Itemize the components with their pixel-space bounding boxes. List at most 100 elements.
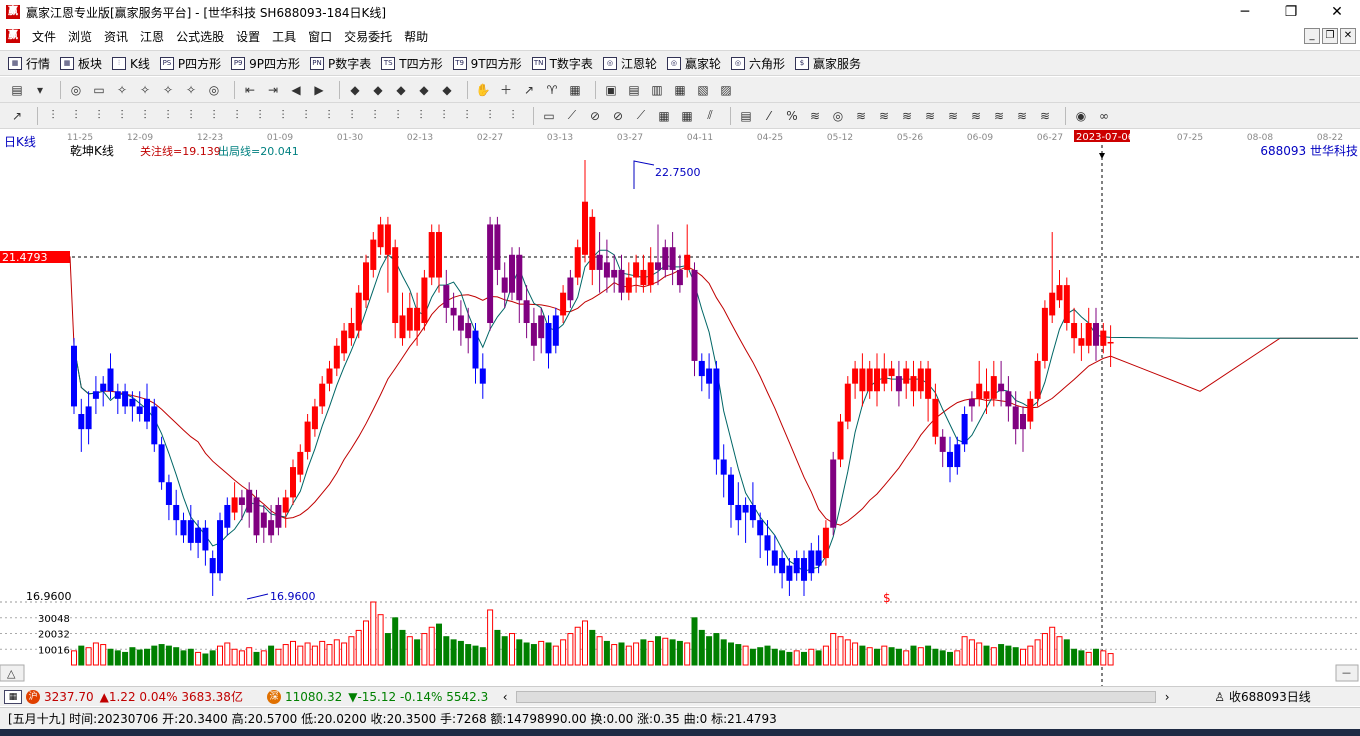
candle-body[interactable] — [742, 504, 749, 513]
tb3-tool-25-icon[interactable]: ▭ — [540, 107, 558, 125]
candle-body[interactable] — [231, 497, 238, 513]
candle-body[interactable] — [78, 413, 85, 430]
tb3-tool-28-icon[interactable]: ⊘ — [609, 107, 627, 125]
menu-logo-icon[interactable]: 赢 — [6, 29, 20, 43]
candle-body[interactable] — [698, 360, 705, 377]
tb2-tool-26-icon[interactable]: ♈ — [543, 81, 561, 99]
candle-body[interactable] — [165, 482, 172, 505]
candle-body[interactable] — [947, 451, 953, 468]
tb3-tool-42-icon[interactable]: ≋ — [921, 107, 939, 125]
candle-body[interactable] — [801, 558, 807, 581]
candle-body[interactable] — [311, 406, 318, 430]
tb3-tool-27-icon[interactable]: ⊘ — [586, 107, 604, 125]
tb2-tool-27-icon[interactable]: ▦ — [566, 81, 584, 99]
candle-body[interactable] — [85, 406, 92, 430]
tb3-tool-12-icon[interactable]: ⫶ — [251, 107, 269, 125]
tb3-tool-47-icon[interactable]: ≋ — [1036, 107, 1054, 125]
candle-body[interactable] — [348, 323, 355, 339]
candle-body[interactable] — [910, 376, 917, 392]
candle-body[interactable] — [589, 216, 596, 270]
toolbar-item-blocks[interactable]: ▦ 板块 — [60, 55, 102, 72]
sh-index-value[interactable]: 3237.70 — [44, 690, 94, 704]
candle-body[interactable] — [881, 368, 888, 384]
candle-body[interactable] — [107, 368, 114, 392]
candle-body[interactable] — [779, 558, 786, 574]
candle-body[interactable] — [1041, 307, 1048, 361]
tb2-tool-33-icon[interactable]: ▧ — [694, 81, 712, 99]
menu-file[interactable]: 文件 — [26, 28, 62, 45]
tb3-tool-18-icon[interactable]: ⫶ — [389, 107, 407, 125]
candle-body[interactable] — [917, 368, 924, 392]
candle-body[interactable] — [961, 413, 968, 445]
tb2-tool-14-icon[interactable]: ◀ — [287, 81, 305, 99]
candle-body[interactable] — [1056, 285, 1063, 301]
candle-body[interactable] — [625, 277, 632, 293]
tb3-tool-15-icon[interactable]: ⫶ — [320, 107, 338, 125]
candle-body[interactable] — [618, 269, 625, 293]
minimize-button[interactable]: ─ — [1222, 0, 1268, 24]
candle-body[interactable] — [523, 300, 530, 324]
toolbar-item-hexagon[interactable]: ◎ 六角形 — [730, 55, 785, 72]
tb2-tool-29-icon[interactable]: ▣ — [602, 81, 620, 99]
candle-body[interactable] — [1034, 360, 1041, 399]
close-button[interactable]: ✕ — [1314, 0, 1360, 24]
candle-body[interactable] — [647, 262, 654, 286]
candle-body[interactable] — [545, 323, 552, 354]
tb2-tool-25-icon[interactable]: ↗ — [520, 81, 538, 99]
candle-body[interactable] — [187, 520, 194, 543]
candle-body[interactable] — [238, 497, 245, 505]
candle-body[interactable] — [516, 254, 523, 301]
mdi-minimize-button[interactable]: _ — [1304, 28, 1320, 44]
candle-body[interactable] — [136, 406, 143, 414]
candle-body[interactable] — [457, 315, 464, 331]
candle-body[interactable] — [151, 406, 158, 445]
candle-body[interactable] — [983, 391, 990, 399]
candle-body[interactable] — [246, 489, 253, 513]
tb3-tool-9-icon[interactable]: ⫶ — [182, 107, 200, 125]
candle-body[interactable] — [866, 368, 873, 392]
menu-window[interactable]: 窗口 — [302, 28, 338, 45]
candle-body[interactable] — [275, 504, 282, 528]
candle-body[interactable] — [450, 307, 457, 316]
toolbar-item-p[interactable]: PS P四方形 — [159, 55, 221, 72]
candle-body[interactable] — [92, 391, 99, 399]
candle-body[interactable] — [326, 368, 333, 384]
candle-body[interactable] — [355, 292, 362, 331]
kline-chart[interactable]: 11-25 12-09 12-23 01-09 01-30 02-13 02-27 03-13… — [0, 129, 1360, 686]
candle-body[interactable] — [939, 436, 946, 452]
candle-body[interactable] — [574, 247, 581, 278]
candle-body[interactable] — [224, 504, 231, 528]
candle-body[interactable] — [530, 323, 537, 346]
candle-body[interactable] — [253, 497, 260, 536]
candle-body[interactable] — [1020, 413, 1026, 430]
toolbar-item-wheel[interactable]: ◎ 江恩轮 — [602, 55, 657, 72]
candle-body[interactable] — [603, 262, 610, 278]
menu-gann[interactable]: 江恩 — [134, 28, 170, 45]
tb3-tool-29-icon[interactable]: ⟋ — [632, 107, 650, 125]
tb3-tool-46-icon[interactable]: ≋ — [1013, 107, 1031, 125]
tb3-tool-1-icon[interactable]: ↗ — [8, 107, 26, 125]
candle-body[interactable] — [720, 459, 727, 475]
candle-body[interactable] — [399, 315, 406, 339]
tb2-tool-6-icon[interactable]: ✧ — [113, 81, 131, 99]
tb3-tool-16-icon[interactable]: ⫶ — [343, 107, 361, 125]
candle-body[interactable] — [1100, 330, 1107, 346]
tb3-tool-49-icon[interactable]: ◉ — [1072, 107, 1090, 125]
tb3-tool-14-icon[interactable]: ⫶ — [297, 107, 315, 125]
candle-body[interactable] — [538, 315, 545, 339]
candle-body[interactable] — [494, 224, 501, 270]
tb2-tool-20-icon[interactable]: ◆ — [415, 81, 433, 99]
candle-body[interactable] — [968, 398, 975, 407]
tb3-tool-8-icon[interactable]: ⫶ — [159, 107, 177, 125]
candle-body[interactable] — [509, 254, 515, 293]
candle-body[interactable] — [706, 368, 713, 384]
candle-body[interactable] — [319, 383, 326, 407]
candle-body[interactable] — [1071, 323, 1078, 339]
tb2-tool-7-icon[interactable]: ✧ — [136, 81, 154, 99]
candle-body[interactable] — [874, 368, 880, 392]
tb3-tool-5-icon[interactable]: ⫶ — [90, 107, 108, 125]
tb3-tool-4-icon[interactable]: ⫶ — [67, 107, 85, 125]
candle-body[interactable] — [990, 376, 997, 399]
candle-body[interactable] — [676, 269, 683, 286]
candle-body[interactable] — [268, 520, 275, 536]
